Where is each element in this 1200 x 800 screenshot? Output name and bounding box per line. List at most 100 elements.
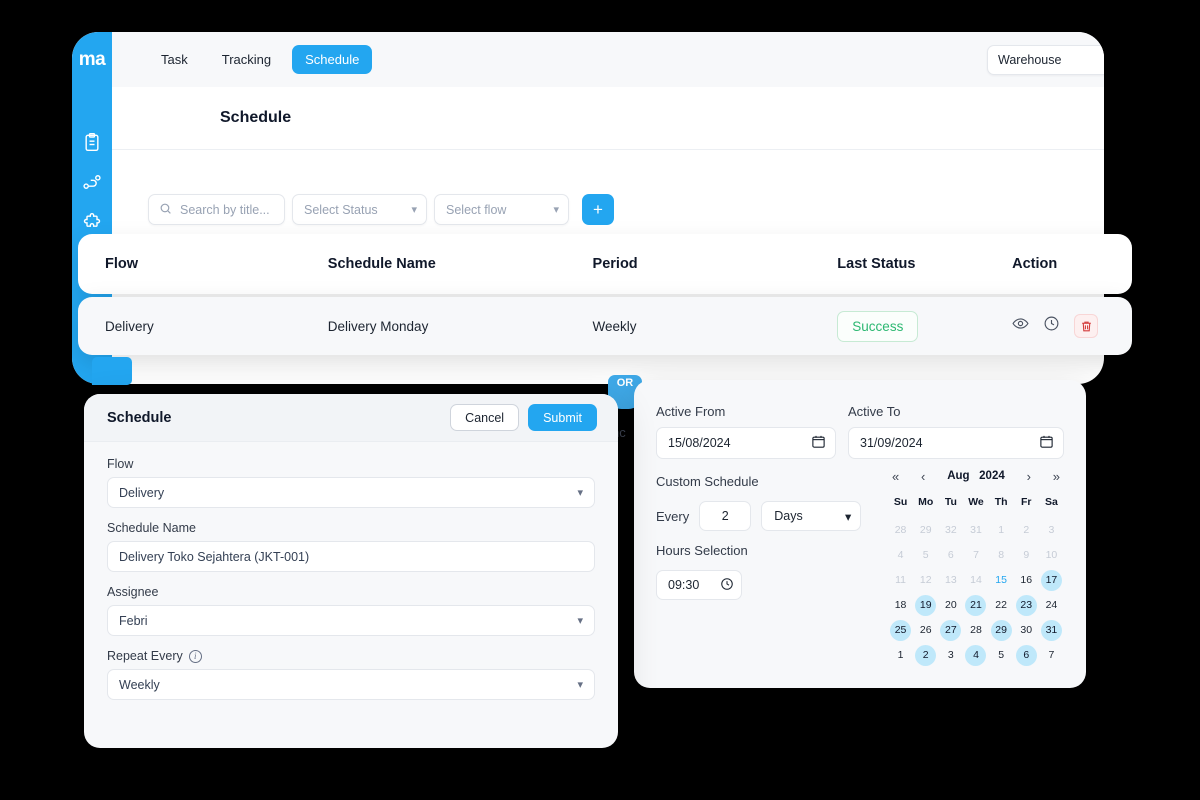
active-to-input[interactable]: 31/09/2024 [848,427,1064,459]
calendar-day[interactable]: 2 [1014,518,1039,542]
calendar-day[interactable]: 32 [938,518,963,542]
search-input[interactable]: Search by title... [148,194,285,225]
clipboard-icon[interactable] [82,132,102,152]
calendar-day[interactable]: 4 [888,543,913,567]
calendar-day[interactable]: 8 [989,543,1014,567]
active-to-value: 31/09/2024 [860,436,923,450]
every-unit-select[interactable]: Days ▾ [761,501,862,531]
schedule-name-input[interactable]: Delivery Toko Sejahtera (JKT-001) [107,541,595,572]
calendar-day[interactable]: 2 [913,643,938,667]
repeat-every-select[interactable]: Weekly ▾ [107,669,595,700]
date-picker-calendar: « ‹ Aug 2024 › » Su Mo Tu We Th Fr Sa 28 29 32 31… [888,465,1064,667]
calendar-day[interactable]: 18 [888,593,913,617]
calendar-day[interactable]: 31 [963,518,988,542]
calendar-day[interactable]: 11 [888,568,913,592]
history-icon[interactable] [1043,315,1060,337]
calendar-first-year-button[interactable]: « [892,470,899,483]
page-header: Schedule [112,87,1104,150]
hours-selection-group: Hours Selection 09:30 [656,543,748,600]
active-from-group: Active From 15/08/2024 [656,404,836,459]
hours-selection-input[interactable]: 09:30 [656,570,742,600]
app-logo: ma [78,49,106,70]
scheduling-details-panel: Active From 15/08/2024 Active To 31/09/2… [634,380,1086,688]
calendar-day-selected-marker: 21 [965,595,987,616]
info-icon[interactable]: i [188,649,202,663]
calendar-day-selected-marker: 6 [1015,645,1037,666]
assignee-field-label: Assignee [107,585,595,599]
warehouse-selector[interactable]: Warehouse › [987,45,1104,75]
flow-filter-select[interactable]: Select flow ▾ [434,194,569,225]
schedule-name-label-text: Schedule Name [107,521,196,535]
assignee-select[interactable]: Febri ▾ [107,605,595,636]
chevron-down-icon: ▾ [577,679,583,691]
calendar-day[interactable]: 6 [1014,643,1039,667]
calendar-day[interactable]: 6 [938,543,963,567]
calendar-day[interactable]: 22 [989,593,1014,617]
calendar-day[interactable]: 13 [938,568,963,592]
calendar-day-selected-marker: 29 [990,620,1012,641]
table-row[interactable]: Delivery Delivery Monday Weekly Success [78,297,1132,355]
calendar-day[interactable]: 9 [1014,543,1039,567]
calendar-next-month-button[interactable]: › [1027,470,1031,483]
calendar-day[interactable]: 29 [913,518,938,542]
calendar-day[interactable]: 26 [913,618,938,642]
calendar-day[interactable]: 7 [1039,643,1064,667]
calendar-day[interactable]: 29 [989,618,1014,642]
status-badge: Success [837,310,919,342]
calendar-day[interactable]: 12 [913,568,938,592]
calendar-day[interactable]: 20 [938,593,963,617]
calendar-day[interactable]: 1 [989,518,1014,542]
calendar-day[interactable]: 23 [1014,593,1039,617]
calendar-day[interactable]: 4 [963,643,988,667]
eye-icon[interactable] [1012,315,1029,337]
calendar-day[interactable]: 15 [989,568,1014,592]
modal-actions: Cancel Submit [450,404,597,431]
active-to-label: Active To [848,404,901,419]
calendar-day[interactable]: 28 [888,518,913,542]
calendar-day[interactable]: 10 [1039,543,1064,567]
cell-action [1012,314,1132,338]
calendar-day[interactable]: 1 [888,643,913,667]
flow-select[interactable]: Delivery ▾ [107,477,595,508]
calendar-day[interactable]: 31 [1039,618,1064,642]
flow-filter-placeholder: Select flow [446,202,507,217]
calendar-day[interactable]: 7 [963,543,988,567]
calendar-day[interactable]: 14 [963,568,988,592]
calendar-icon[interactable] [1039,434,1054,452]
tab-tracking[interactable]: Tracking [209,45,284,74]
calendar-prev-month-button[interactable]: ‹ [921,470,925,483]
calendar-day[interactable]: 16 [1014,568,1039,592]
puzzle-icon[interactable] [82,212,102,232]
calendar-day[interactable]: 21 [963,593,988,617]
calendar-day[interactable]: 24 [1039,593,1064,617]
calendar-day-selected-marker: 31 [1040,620,1062,641]
tab-task[interactable]: Task [148,45,201,74]
calendar-icon[interactable] [811,434,826,452]
calendar-day[interactable]: 19 [913,593,938,617]
cancel-button[interactable]: Cancel [450,404,520,431]
status-filter-select[interactable]: Select Status ▾ [292,194,427,225]
page-title: Schedule [220,109,292,126]
calendar-day[interactable]: 25 [888,618,913,642]
trash-icon[interactable] [1074,314,1099,338]
submit-button[interactable]: Submit [528,404,597,431]
calendar-day[interactable]: 5 [989,643,1014,667]
calendar-next-year-button[interactable]: » [1053,470,1060,483]
every-value-input[interactable]: 2 [699,501,752,531]
calendar-day[interactable]: 27 [938,618,963,642]
calendar-day[interactable]: 3 [938,643,963,667]
calendar-day[interactable]: 5 [913,543,938,567]
calendar-day[interactable]: 30 [1014,618,1039,642]
every-unit-value: Days [774,509,803,523]
route-icon[interactable] [82,172,102,192]
custom-schedule-label: Custom Schedule [656,474,759,489]
tab-schedule[interactable]: Schedule [292,45,373,74]
active-from-input[interactable]: 15/08/2024 [656,427,836,459]
calendar-day[interactable]: 28 [963,618,988,642]
calendar-day[interactable]: 17 [1039,568,1064,592]
calendar-day-selected-marker: 19 [915,595,937,616]
clock-icon[interactable] [720,577,734,594]
add-schedule-button[interactable]: + [582,194,614,225]
calendar-weekday: Fr [1021,496,1032,508]
calendar-day[interactable]: 3 [1039,518,1064,542]
